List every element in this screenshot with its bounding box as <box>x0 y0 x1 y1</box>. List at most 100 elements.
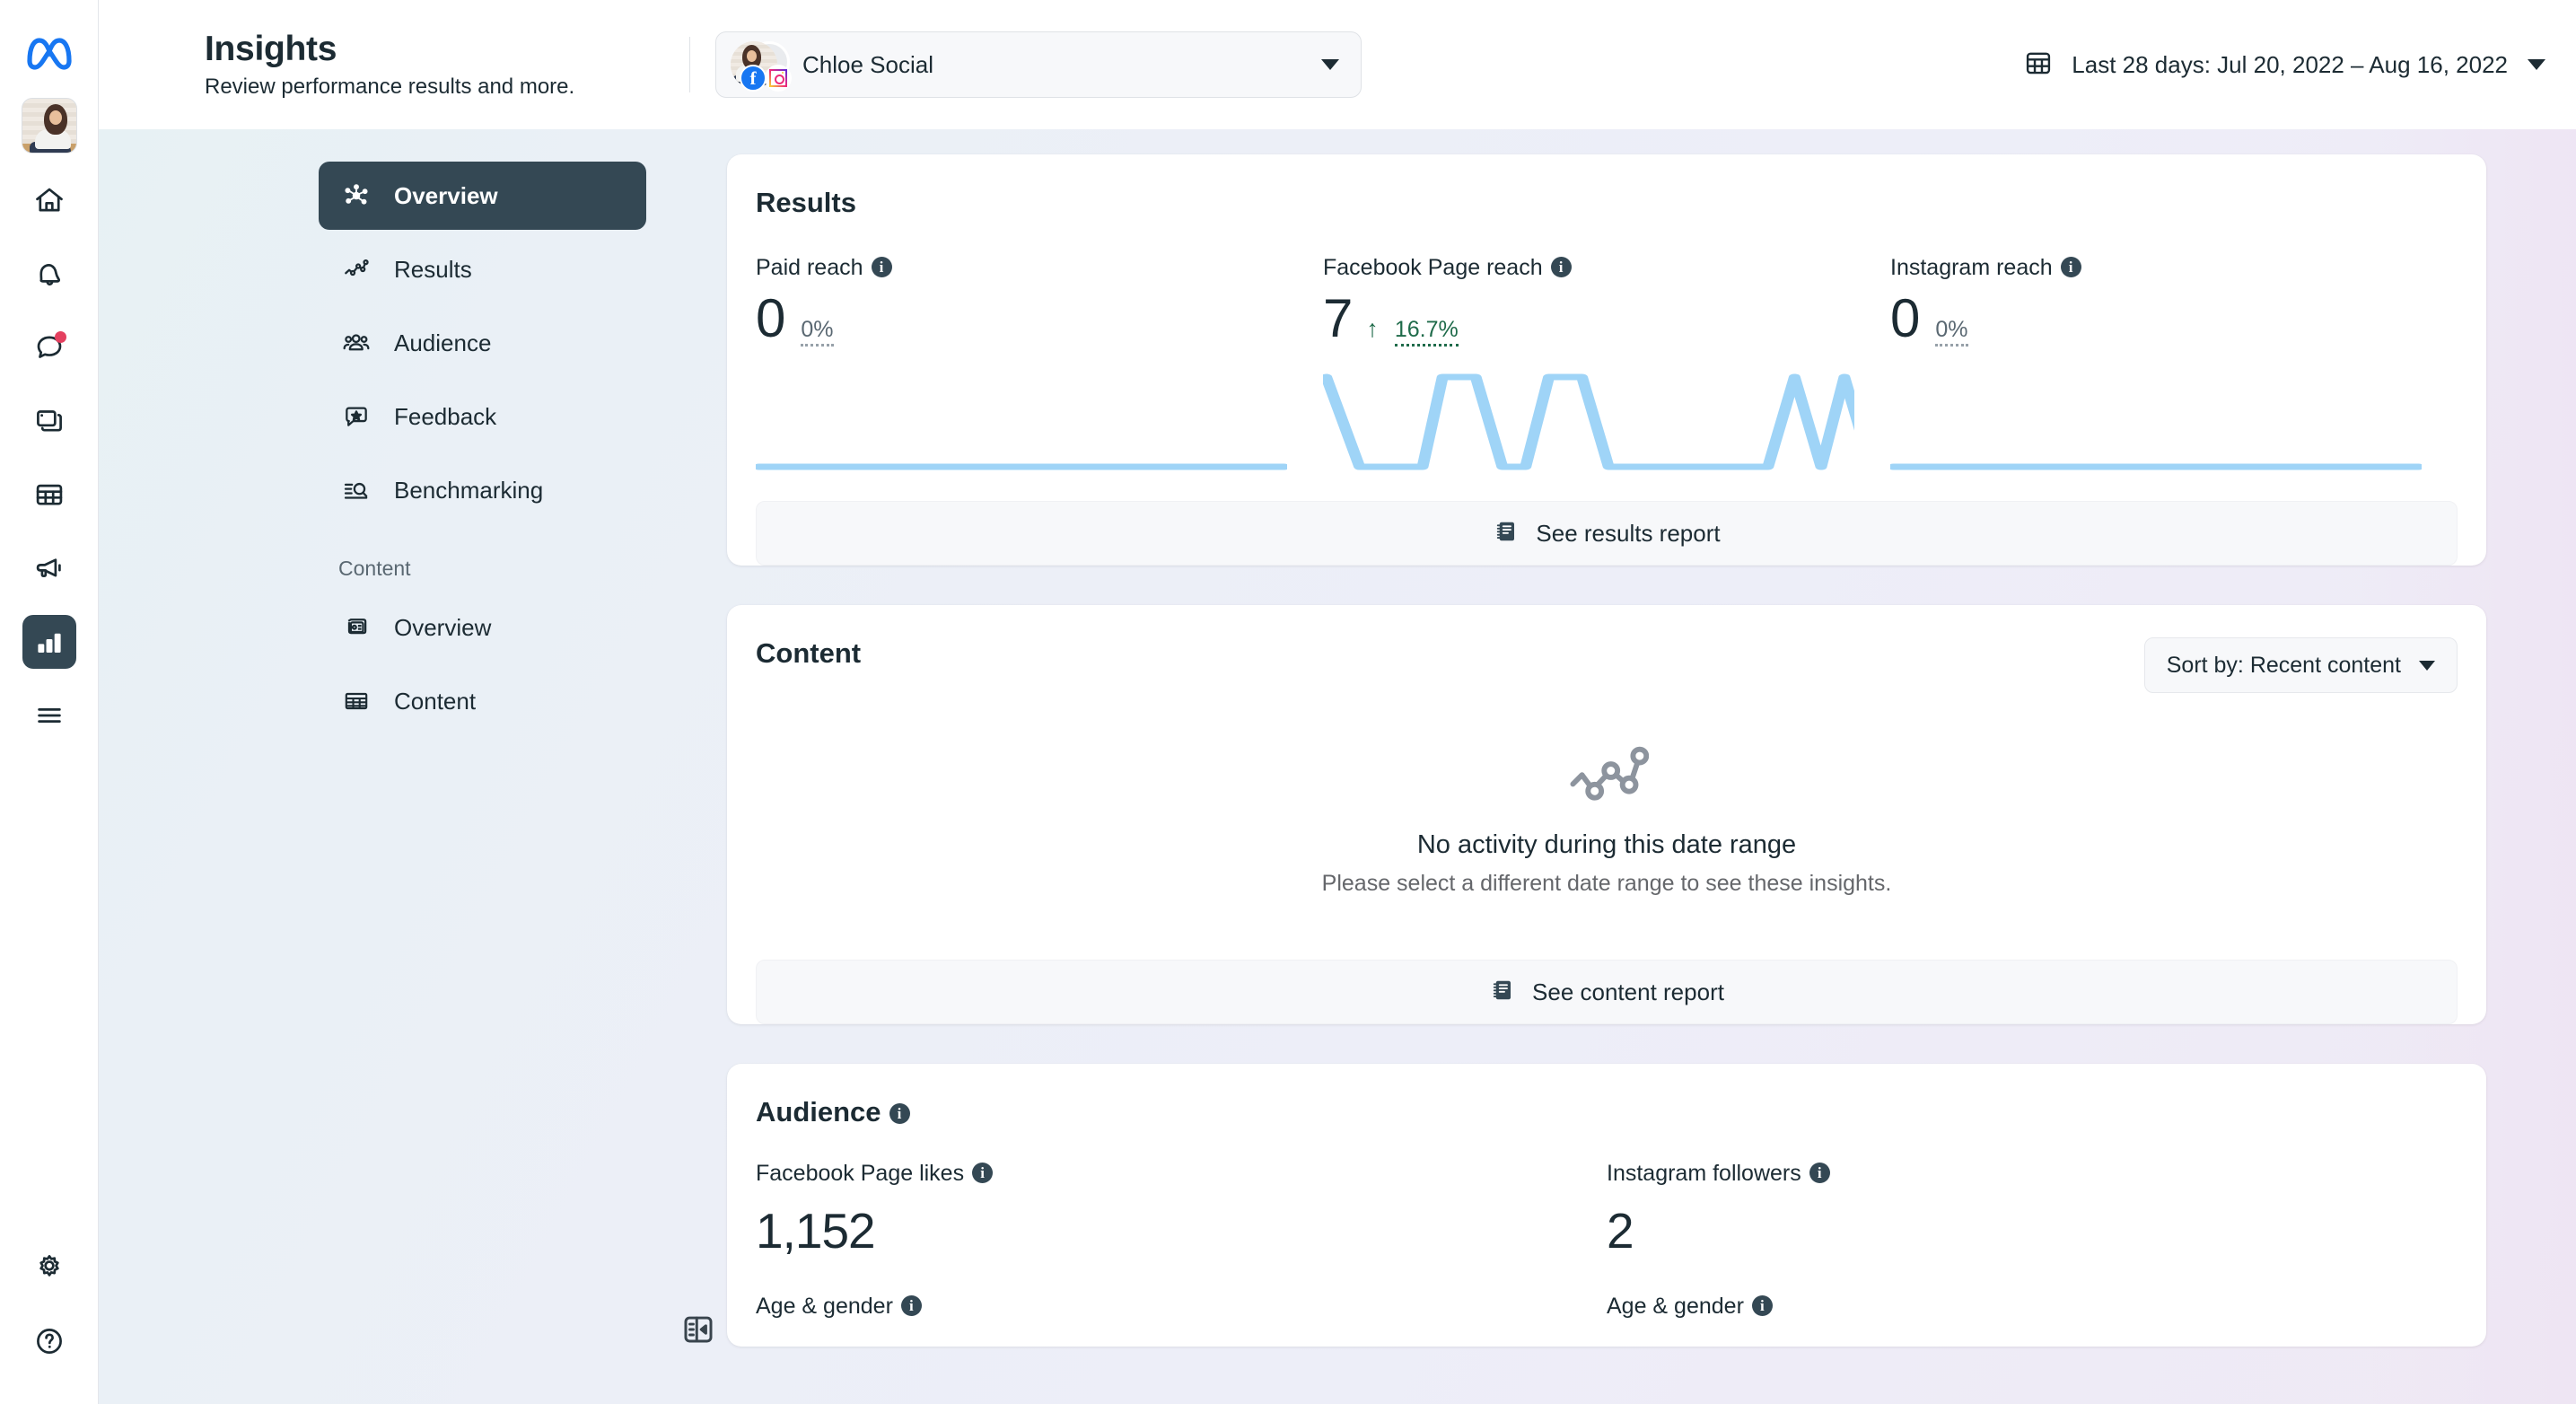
metric-value-row: 0 0% <box>1890 292 2422 347</box>
instagram-glyph <box>769 69 787 87</box>
info-icon[interactable]: i <box>2061 257 2081 277</box>
info-icon[interactable]: i <box>889 1103 910 1124</box>
metric-label-text: Instagram reach <box>1890 255 2053 280</box>
audience-facebook-likes: Facebook Page likesi 1,152 Age & genderi <box>756 1161 1607 1320</box>
bell-icon[interactable] <box>22 247 76 301</box>
metric-value-row: 0 0% <box>756 292 1287 347</box>
metric-value-row: 7 ↑ 16.7% <box>1323 292 1854 347</box>
facebook-reach-sparkline <box>1323 366 1854 474</box>
top-bar: Insights Review performance results and … <box>99 0 2576 129</box>
info-icon[interactable]: i <box>972 1163 993 1183</box>
chevron-down-icon <box>1321 59 1339 70</box>
chevron-down-icon <box>2419 661 2435 671</box>
gear-icon[interactable] <box>22 1241 76 1294</box>
info-icon[interactable]: i <box>901 1295 922 1316</box>
page-title: Insights <box>205 30 689 69</box>
sidebar-item-benchmarking[interactable]: Benchmarking <box>319 456 646 524</box>
content-overview-icon <box>338 613 374 642</box>
benchmarking-search-icon <box>338 476 374 505</box>
insights-nav-list: Overview Results <box>99 162 682 735</box>
bar-chart-icon[interactable] <box>22 615 76 669</box>
metric-delta[interactable]: 16.7% <box>1395 316 1459 347</box>
metric-value: 7 <box>1323 292 1352 346</box>
see-content-report-button[interactable]: See content report <box>756 960 2458 1024</box>
profile-avatar[interactable] <box>22 98 77 154</box>
info-icon[interactable]: i <box>872 257 892 277</box>
calendar-icon <box>2023 48 2054 83</box>
menu-section-label: Content <box>319 530 646 593</box>
meta-logo[interactable] <box>24 34 74 75</box>
audience-label-text: Instagram followers <box>1607 1161 1801 1186</box>
content-card-header: Content Sort by: Recent content <box>756 637 2458 693</box>
report-button-label: See content report <box>1532 978 1724 1006</box>
sidebar-item-content[interactable]: Content <box>319 667 646 735</box>
trend-up-arrow-icon: ↑ <box>1366 315 1379 343</box>
insights-content-column: Results Paid reachi 0 0% <box>682 129 2576 1404</box>
content-empty-state: No activity during this date range Pleas… <box>756 693 2458 933</box>
sort-by-dropdown[interactable]: Sort by: Recent content <box>2144 637 2458 693</box>
feedback-star-icon <box>338 402 374 431</box>
metric-delta[interactable]: 0% <box>801 316 833 347</box>
metric-paid-reach: Paid reach i 0 0% <box>756 255 1323 474</box>
avatar-face <box>49 110 62 125</box>
sidebar-item-feedback[interactable]: Feedback <box>319 382 646 451</box>
body-area: Overview Results <box>99 129 2576 1404</box>
audience-metrics-row: Facebook Page likesi 1,152 Age & genderi… <box>756 1161 2458 1320</box>
primary-icon-rail <box>0 0 99 1404</box>
audience-instagram-followers: Instagram followers i 2 Age & genderi <box>1607 1161 2458 1320</box>
audience-metric-value: 1,152 <box>756 1207 1571 1256</box>
content-table-icon <box>338 687 374 715</box>
page-subtitle: Review performance results and more. <box>205 75 689 100</box>
hamburger-icon[interactable] <box>22 689 76 742</box>
audience-metric-label: Instagram followers i <box>1607 1161 2422 1187</box>
results-card-body: Results Paid reachi 0 0% <box>727 154 2486 501</box>
sidebar-item-audience[interactable]: Audience <box>319 309 646 377</box>
age-gender-label: Age & genderi <box>1607 1294 2422 1320</box>
date-range-label: Last 28 days: Jul 20, 2022 – Aug 16, 202… <box>2072 51 2508 79</box>
metric-label: Facebook Page reach i <box>1323 255 1854 281</box>
chevron-down-icon <box>2528 59 2545 70</box>
chat-bubble-icon[interactable] <box>22 320 76 374</box>
sidebar-item-results[interactable]: Results <box>319 235 646 303</box>
metric-label-text: Facebook Page reach <box>1323 255 1543 280</box>
info-icon[interactable]: i <box>1809 1163 1830 1183</box>
audience-card: Audiencei Facebook Page likesi 1,152 Age… <box>727 1064 2486 1347</box>
age-gender-label: Age & genderi <box>756 1294 1571 1320</box>
content-card-body: Content Sort by: Recent content <box>727 605 2486 960</box>
sidebar-item-label: Overview <box>394 614 491 642</box>
audience-card-title: Audiencei <box>756 1096 2458 1128</box>
account-avatar: f <box>731 41 777 88</box>
help-circle-icon[interactable] <box>22 1314 76 1368</box>
report-icon <box>1493 518 1520 549</box>
posts-icon[interactable] <box>22 394 76 448</box>
audience-metric-value: 2 <box>1607 1207 2422 1256</box>
sidebar-item-overview[interactable]: Overview <box>319 162 646 230</box>
sort-by-label: Sort by: Recent content <box>2167 653 2401 679</box>
metric-label-text: Paid reach <box>756 255 863 280</box>
info-icon[interactable]: i <box>1752 1295 1773 1316</box>
account-selector[interactable]: f Chloe Social <box>715 31 1362 98</box>
report-icon <box>1489 977 1516 1008</box>
audience-card-body: Audiencei Facebook Page likesi 1,152 Age… <box>727 1064 2486 1347</box>
date-range-picker[interactable]: Last 28 days: Jul 20, 2022 – Aug 16, 202… <box>2023 48 2545 83</box>
page-heading-group: Insights Review performance results and … <box>205 30 689 100</box>
metric-delta[interactable]: 0% <box>1935 316 1967 347</box>
results-card: Results Paid reachi 0 0% <box>727 154 2486 566</box>
results-metrics-row: Paid reach i 0 0% <box>756 255 2458 474</box>
empty-state-subtitle: Please select a different date range to … <box>756 871 2458 897</box>
home-icon[interactable] <box>22 173 76 227</box>
audience-people-icon <box>338 329 374 357</box>
planner-icon[interactable] <box>22 468 76 522</box>
sidebar-item-content-overview[interactable]: Overview <box>319 593 646 662</box>
metric-value: 0 <box>1890 292 1919 346</box>
megaphone-icon[interactable] <box>22 541 76 595</box>
info-icon[interactable]: i <box>1551 257 1572 277</box>
report-button-label: See results report <box>1536 520 1720 548</box>
metric-label: Instagram reach i <box>1890 255 2422 281</box>
sidebar-item-label: Content <box>394 688 476 715</box>
sidebar-item-label: Feedback <box>394 403 496 431</box>
instagram-reach-sparkline <box>1890 366 2422 474</box>
see-results-report-button[interactable]: See results report <box>756 501 2458 566</box>
account-name: Chloe Social <box>802 51 1321 79</box>
unread-badge-dot <box>55 331 66 343</box>
